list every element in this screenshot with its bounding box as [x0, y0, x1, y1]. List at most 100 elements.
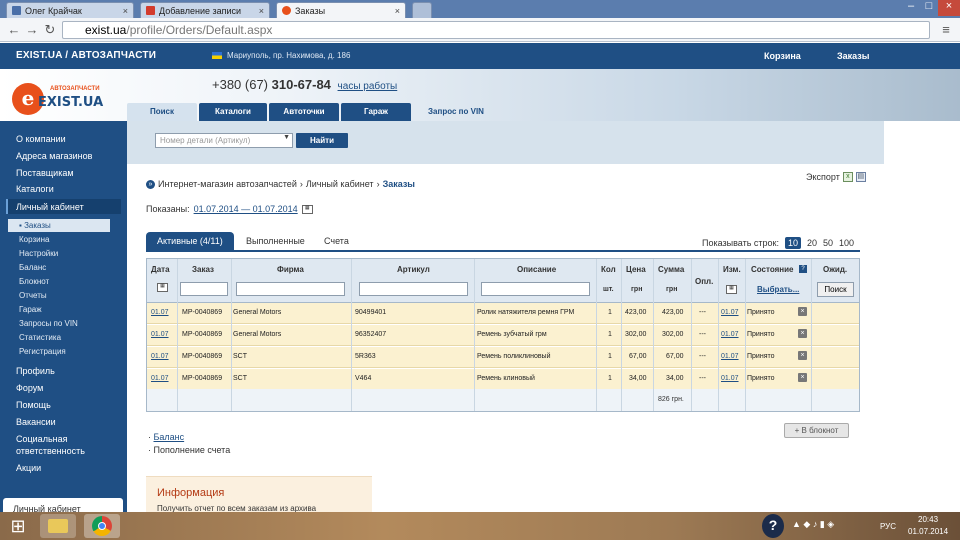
row-date[interactable]: 01.07: [151, 309, 169, 316]
calendar-icon[interactable]: ▦: [157, 283, 168, 292]
sidebar-item-stores[interactable]: Адреса магазинов: [16, 151, 92, 161]
browser-tab-3[interactable]: Заказы ×: [276, 2, 406, 18]
row-changed[interactable]: 01.07: [721, 309, 739, 316]
clock-date[interactable]: 01.07.2014: [908, 527, 948, 536]
calendar-icon[interactable]: ▦: [726, 285, 737, 294]
orders-link[interactable]: Заказы: [837, 51, 869, 61]
sidebar-item-promos[interactable]: Акции: [16, 463, 41, 473]
rows-option-50[interactable]: 50: [823, 238, 833, 248]
date-range-link[interactable]: 01.07.2014 — 01.07.2014: [194, 204, 298, 214]
sidebar-item-about[interactable]: О компании: [16, 134, 66, 144]
col-status[interactable]: Состояние: [751, 265, 793, 274]
add-to-notebook-button[interactable]: + В блокнот: [784, 423, 849, 438]
sidebar-sub-vin[interactable]: Запросы по VIN: [19, 319, 78, 328]
close-icon[interactable]: ×: [395, 6, 400, 16]
tab-vin-request[interactable]: Запрос по VIN »: [413, 103, 499, 134]
chrome-icon[interactable]: [84, 514, 120, 538]
sidebar-item-suppliers[interactable]: Поставщикам: [16, 168, 74, 178]
col-description[interactable]: Описание: [517, 265, 556, 274]
col-paid[interactable]: Опл.: [695, 277, 713, 286]
window-close-icon[interactable]: ×: [938, 0, 960, 16]
sidebar-sub-settings[interactable]: Настройки: [19, 249, 58, 258]
col-qty[interactable]: Кол: [601, 265, 616, 274]
status-select[interactable]: Выбрать...: [757, 285, 799, 294]
close-icon[interactable]: ×: [259, 6, 264, 16]
sidebar-item-forum[interactable]: Форум: [16, 383, 43, 393]
sidebar-item-profile[interactable]: Профиль: [16, 366, 55, 376]
new-tab-button[interactable]: [412, 2, 432, 18]
sidebar-sub-registration[interactable]: Регистрация: [19, 347, 66, 356]
tab-completed[interactable]: Выполненные: [246, 232, 305, 250]
address-bar[interactable]: exist.ua/profile/Orders/Default.aspx: [62, 21, 930, 39]
tab-catalogs[interactable]: Каталоги: [199, 103, 267, 121]
tray-icons[interactable]: ▲ ◆ ♪ ▮ ◈: [792, 519, 834, 530]
export[interactable]: Экспорт x ▤: [806, 172, 866, 182]
table-row[interactable]: 01.07 MP-0040869 SCT V464 Ремень клиновы…: [147, 369, 859, 390]
clock-time[interactable]: 20:43: [918, 515, 938, 524]
table-row[interactable]: 01.07 MP-0040869 SCT 5R363 Ремень поликл…: [147, 347, 859, 368]
language-indicator[interactable]: РУС: [880, 522, 896, 531]
col-expected[interactable]: Ожид.: [823, 265, 847, 274]
tab-search[interactable]: Поиск: [127, 103, 197, 121]
close-icon[interactable]: ×: [123, 6, 128, 16]
sidebar-sub-reports[interactable]: Отчеты: [19, 291, 47, 300]
row-changed[interactable]: 01.07: [721, 353, 739, 360]
rows-option-100[interactable]: 100: [839, 238, 854, 248]
sidebar-sub-garage[interactable]: Гараж: [19, 305, 42, 314]
breadcrumb-account[interactable]: Личный кабинет: [306, 179, 374, 189]
row-changed[interactable]: 01.07: [721, 375, 739, 382]
col-date[interactable]: Дата: [151, 265, 170, 274]
row-changed[interactable]: 01.07: [721, 331, 739, 338]
help-icon[interactable]: ?: [799, 265, 807, 273]
print-icon[interactable]: ▤: [855, 172, 866, 182]
cancel-icon[interactable]: ×: [798, 351, 807, 360]
tab-active-orders[interactable]: Активные (4/11): [146, 232, 234, 250]
sidebar-item-account[interactable]: Личный кабинет: [16, 202, 84, 212]
col-price[interactable]: Цена: [626, 265, 646, 274]
sidebar-sub-stats[interactable]: Статистика: [19, 333, 61, 342]
sidebar-sub-orders[interactable]: ▪ Заказы: [19, 221, 51, 230]
table-row[interactable]: 01.07 MP-0040869 General Motors 90499401…: [147, 303, 859, 324]
sidebar-item-help[interactable]: Помощь: [16, 400, 51, 410]
sidebar-item-vacancies[interactable]: Вакансии: [16, 417, 56, 427]
excel-icon[interactable]: x: [842, 172, 853, 182]
find-button[interactable]: Найти: [296, 133, 348, 148]
menu-icon[interactable]: ≡: [938, 22, 954, 38]
site-logo[interactable]: e АВТОЗАПЧАСТИ EXIST.UA: [12, 83, 120, 115]
hours-link[interactable]: часы работы: [338, 81, 398, 92]
reload-icon[interactable]: ↻: [42, 22, 58, 38]
col-order[interactable]: Заказ: [192, 265, 214, 274]
rows-option-20[interactable]: 20: [807, 238, 817, 248]
col-changed[interactable]: Изм.: [723, 265, 741, 274]
rows-option-10[interactable]: 10: [784, 237, 801, 249]
help-icon[interactable]: ?: [762, 514, 784, 538]
tab-autopoints[interactable]: Автоточки: [269, 103, 339, 121]
tab-garage[interactable]: Гараж: [341, 103, 411, 121]
cancel-icon[interactable]: ×: [798, 373, 807, 382]
cart-link[interactable]: Корзина: [764, 51, 801, 61]
maximize-icon[interactable]: □: [920, 0, 938, 16]
sidebar-item-social-2[interactable]: ответственность: [16, 446, 85, 456]
part-number-input[interactable]: Номер детали (Артикул) ▼: [155, 133, 293, 148]
balance-link[interactable]: Баланс: [154, 432, 185, 442]
chevron-down-icon[interactable]: ▼: [283, 134, 290, 141]
browser-tab-2[interactable]: Добавление записи ×: [140, 2, 270, 18]
back-icon[interactable]: ←: [6, 22, 22, 38]
forward-icon[interactable]: →: [24, 22, 40, 38]
row-date[interactable]: 01.07: [151, 375, 169, 382]
sidebar-sub-cart[interactable]: Корзина: [19, 235, 49, 244]
table-search-button[interactable]: Поиск: [817, 282, 854, 297]
order-filter-input[interactable]: [180, 282, 228, 296]
sidebar-item-catalogs[interactable]: Каталоги: [16, 184, 54, 194]
breadcrumb-shop[interactable]: Интернет-магазин автозапчастей: [158, 179, 297, 189]
sidebar-sub-balance[interactable]: Баланс: [19, 263, 46, 272]
calendar-icon[interactable]: ▦: [301, 204, 313, 214]
minimize-icon[interactable]: –: [902, 0, 920, 16]
site-location[interactable]: Мариуполь, пр. Нахимова, д. 186: [212, 51, 350, 60]
sidebar-item-social-1[interactable]: Социальная: [16, 434, 67, 444]
tab-invoices[interactable]: Счета: [324, 232, 349, 250]
row-date[interactable]: 01.07: [151, 353, 169, 360]
table-row[interactable]: 01.07 MP-0040869 General Motors 96352407…: [147, 325, 859, 346]
windows-start-icon[interactable]: ⊞: [6, 514, 30, 538]
description-filter-input[interactable]: [481, 282, 590, 296]
